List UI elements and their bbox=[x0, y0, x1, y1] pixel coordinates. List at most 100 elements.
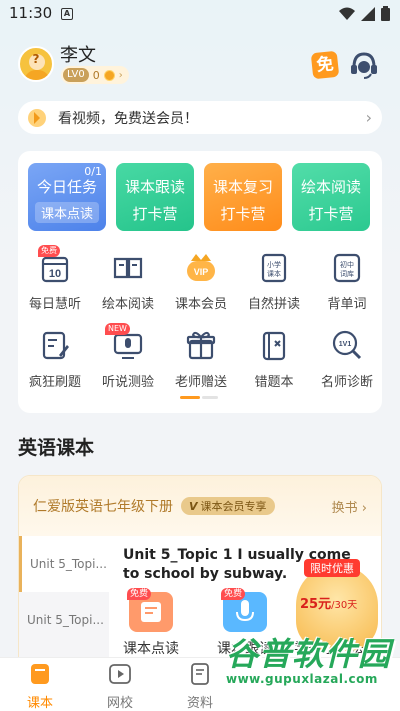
grid-label: 老师赠送 bbox=[174, 375, 227, 390]
tab-textbook[interactable]: 课本 bbox=[10, 662, 70, 711]
watermark-title: 谷普软件园 bbox=[226, 635, 392, 673]
tab-label: 课本 bbox=[26, 696, 53, 711]
status-time: 11:30 bbox=[9, 4, 53, 22]
switch-book-label: 换书 bbox=[331, 500, 358, 516]
grid-label: 听说测验 bbox=[101, 375, 154, 390]
grid-item-daily-listen[interactable]: 10 免费 每日慧听 bbox=[18, 245, 92, 312]
customer-service-icon[interactable] bbox=[349, 50, 379, 80]
tile-subtitle: 打卡营 bbox=[308, 205, 354, 223]
unit-item[interactable]: Unit 5_Topi... bbox=[19, 536, 109, 592]
battery-icon bbox=[381, 6, 390, 21]
avatar[interactable]: ? bbox=[18, 46, 54, 82]
svg-text:VIP: VIP bbox=[194, 267, 209, 277]
grid-label: 错题本 bbox=[254, 375, 294, 390]
promo-price-value: 25元 bbox=[300, 597, 332, 612]
notebook-icon bbox=[262, 331, 286, 361]
coin-count: 0 bbox=[92, 68, 100, 82]
wifi-icon bbox=[339, 7, 355, 20]
svg-text:小学: 小学 bbox=[267, 260, 281, 269]
grid-label: 每日慧听 bbox=[28, 297, 81, 312]
notification-icon: A bbox=[61, 8, 73, 20]
grid-item-teacher-diagnosis[interactable]: 1V1 名师诊断 bbox=[310, 327, 384, 390]
switch-book-button[interactable]: 换书 › bbox=[332, 497, 367, 516]
tab-label: 资料 bbox=[186, 696, 213, 711]
tab-label: 网校 bbox=[106, 696, 133, 711]
tile-title: 课本复习 bbox=[212, 178, 273, 196]
chevron-right-icon: › bbox=[118, 69, 123, 81]
grid-label: 课本会员 bbox=[174, 297, 227, 312]
promo-price: 25元/30天 bbox=[300, 593, 357, 612]
lightning-icon bbox=[28, 108, 46, 127]
play-video-icon bbox=[109, 664, 131, 684]
chevron-right-icon: › bbox=[361, 500, 367, 516]
page-dot bbox=[202, 396, 218, 399]
free-icon[interactable]: 免 bbox=[310, 50, 340, 80]
free-vip-banner[interactable]: 看视频，免费送会员！ › bbox=[18, 101, 382, 134]
today-task-tile[interactable]: 0/1 今日任务 课本点读 bbox=[28, 163, 106, 231]
grid-item-textbook-vip[interactable]: VIP 课本会员 bbox=[164, 249, 238, 312]
vip-v-icon: V bbox=[189, 499, 198, 513]
status-bar: 11:30 A bbox=[0, 0, 400, 28]
grid-label: 自然拼读 bbox=[247, 297, 300, 312]
grid-item-phonics[interactable]: 小学 课本 自然拼读 bbox=[237, 249, 311, 312]
read-icon: 免费 bbox=[127, 588, 173, 632]
svg-text:初中: 初中 bbox=[340, 260, 354, 269]
textbook-tab-icon bbox=[31, 664, 49, 684]
textbook-read-button[interactable]: 免费 课本点读 bbox=[111, 588, 191, 658]
feature-card: 0/1 今日任务 课本点读 课本跟读 打卡营 课本复习 打卡营 绘本阅读 打卡营… bbox=[18, 151, 382, 413]
textbook-follow-tile[interactable]: 课本跟读 打卡营 bbox=[116, 163, 194, 231]
svg-text:10: 10 bbox=[49, 268, 61, 280]
level-pill[interactable]: LV0 0 › bbox=[61, 66, 129, 84]
grid-label: 绘本阅读 bbox=[101, 297, 154, 312]
site-watermark: 谷普软件园 www.gupuxlazal.com bbox=[226, 629, 400, 711]
grid-label: 背单词 bbox=[327, 297, 367, 312]
coin-icon bbox=[103, 69, 115, 81]
svg-text:1V1: 1V1 bbox=[339, 341, 352, 348]
search-1v1-icon: 1V1 bbox=[332, 330, 362, 360]
username[interactable]: 李文 bbox=[60, 41, 96, 67]
book-header: 仁爱版英语七年级下册 V 课本会员专享 换书 › bbox=[19, 476, 381, 536]
svg-text:词库: 词库 bbox=[340, 269, 354, 278]
tile-title: 今日任务 bbox=[36, 178, 97, 196]
tile-subtitle: 课本点读 bbox=[34, 202, 99, 223]
textbook-review-tile[interactable]: 课本复习 打卡营 bbox=[204, 163, 282, 231]
grid-item-teacher-gift[interactable]: 老师赠送 bbox=[164, 327, 238, 390]
free-tag: 免费 bbox=[221, 588, 246, 600]
task-count: 0/1 bbox=[84, 165, 102, 178]
vip-label: 课本会员专享 bbox=[200, 500, 267, 513]
tab-materials[interactable]: 资料 bbox=[170, 662, 230, 711]
action-label: 课本点读 bbox=[123, 641, 179, 657]
tile-subtitle: 打卡营 bbox=[132, 205, 178, 223]
grid-item-drill[interactable]: 疯狂刷题 bbox=[18, 327, 92, 390]
watermark-url: www.gupuxlazal.com bbox=[226, 672, 378, 686]
grid-label: 名师诊断 bbox=[320, 375, 373, 390]
tile-title: 课本跟读 bbox=[124, 178, 185, 196]
grid-item-vocab[interactable]: 初中 词库 背单词 bbox=[310, 249, 384, 312]
grid-item-picture-book[interactable]: 绘本阅读 bbox=[91, 249, 165, 312]
signal-icon bbox=[361, 6, 375, 21]
free-tag: 免费 bbox=[127, 588, 152, 600]
banner-text: 看视频，免费送会员！ bbox=[58, 110, 198, 127]
document-icon bbox=[191, 663, 209, 685]
grid-item-mistake-book[interactable]: 错题本 bbox=[237, 327, 311, 390]
vocab-icon: 初中 词库 bbox=[333, 253, 361, 283]
new-tag: NEW bbox=[105, 323, 130, 335]
section-title: 英语课本 bbox=[18, 437, 95, 459]
phonics-book-icon: 小学 课本 bbox=[261, 253, 287, 283]
status-icons bbox=[339, 6, 390, 21]
picture-book-tile[interactable]: 绘本阅读 打卡营 bbox=[292, 163, 370, 231]
grid-item-speaking-test[interactable]: NEW 听说测验 bbox=[91, 323, 165, 390]
gift-icon bbox=[186, 331, 216, 360]
page-indicator bbox=[180, 396, 220, 399]
edit-doc-icon bbox=[42, 331, 69, 360]
tab-online-school[interactable]: 网校 bbox=[90, 662, 150, 711]
chevron-right-icon: › bbox=[365, 108, 372, 127]
vip-crown-icon: VIP bbox=[187, 254, 215, 281]
unit-list: Unit 5_Topi... Unit 5_Topi... bbox=[19, 536, 109, 659]
free-tag: 免费 bbox=[38, 245, 60, 257]
promo-price-period: /30天 bbox=[331, 600, 358, 611]
level-badge: LV0 bbox=[63, 68, 89, 82]
tile-subtitle: 打卡营 bbox=[220, 205, 266, 223]
unit-item[interactable]: Unit 5_Topi... bbox=[19, 592, 109, 648]
book-name: 仁爱版英语七年级下册 bbox=[33, 499, 173, 515]
